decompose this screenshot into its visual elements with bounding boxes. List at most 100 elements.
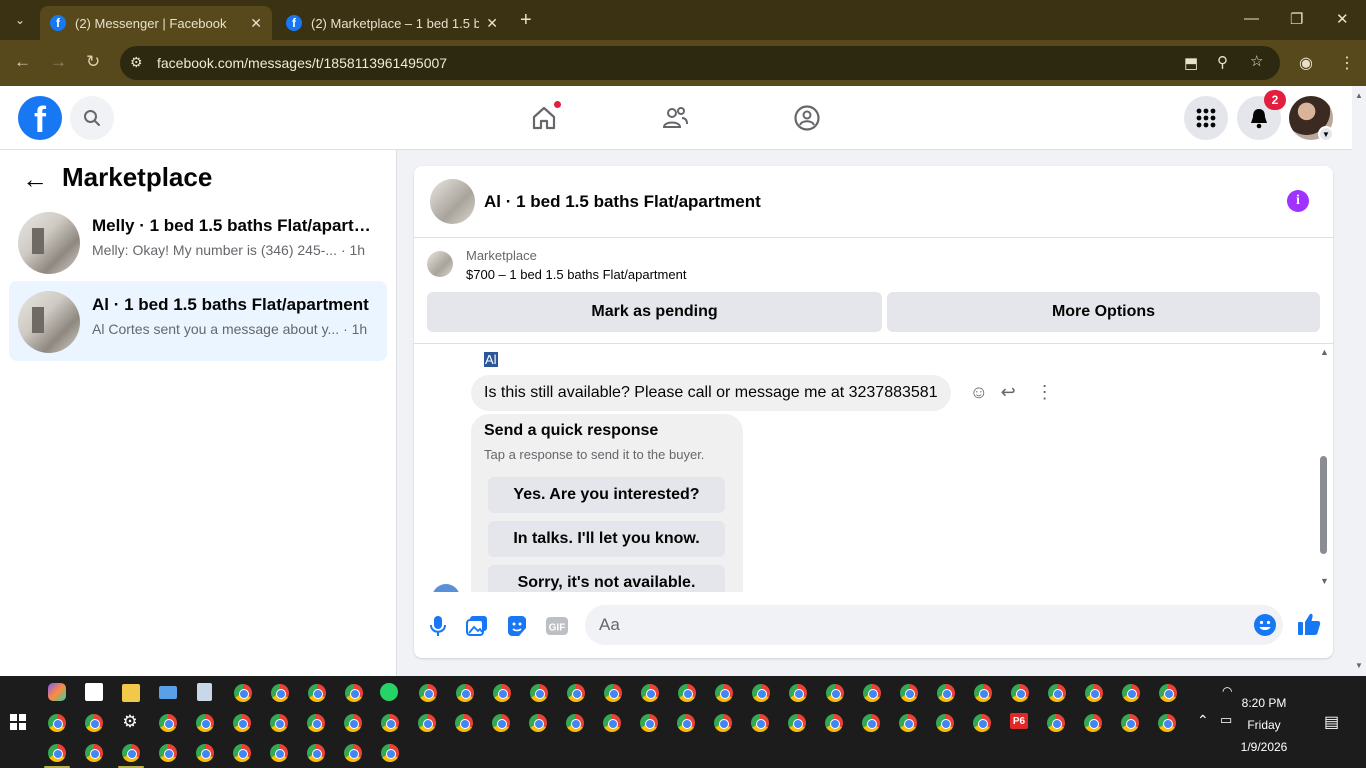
windows-start-icon[interactable] xyxy=(10,714,26,730)
chrome-taskbar-icon[interactable] xyxy=(308,684,326,702)
sticker-icon[interactable] xyxy=(505,614,529,638)
chrome-taskbar-icon[interactable] xyxy=(973,714,991,732)
chrome-taskbar-icon[interactable] xyxy=(271,684,289,702)
chrome-taskbar-icon[interactable] xyxy=(899,714,917,732)
chrome-taskbar-icon[interactable] xyxy=(1047,714,1065,732)
facebook-logo-icon[interactable]: f xyxy=(18,96,62,140)
back-icon[interactable]: ← xyxy=(14,52,31,72)
install-app-icon[interactable]: ⬒ xyxy=(1184,54,1198,72)
marketplace-listing-thumbnail[interactable] xyxy=(427,251,453,277)
chat-title[interactable]: Al · 1 bed 1.5 baths Flat/apartment xyxy=(484,192,761,212)
chrome-taskbar-icon[interactable] xyxy=(789,684,807,702)
notification-center-icon[interactable]: ▤ xyxy=(1324,712,1339,732)
chrome-taskbar-icon[interactable] xyxy=(974,684,992,702)
chrome-taskbar-icon[interactable] xyxy=(456,684,474,702)
bookmark-star-icon[interactable]: ☆ xyxy=(1250,52,1263,70)
close-tab-icon[interactable]: ✕ xyxy=(486,15,498,32)
chrome-taskbar-icon[interactable] xyxy=(937,684,955,702)
search-button[interactable] xyxy=(70,96,114,140)
chrome-taskbar-icon[interactable] xyxy=(752,684,770,702)
listing-title[interactable]: $700 – 1 bed 1.5 baths Flat/apartment xyxy=(466,267,686,282)
show-hidden-icons-chevron-icon[interactable]: ⌃ xyxy=(1197,712,1209,729)
reply-icon[interactable]: ↩ xyxy=(1001,382,1016,403)
chrome-taskbar-icon[interactable] xyxy=(1122,684,1140,702)
chrome-taskbar-icon[interactable] xyxy=(381,744,399,762)
chrome-taskbar-icon[interactable] xyxy=(715,684,733,702)
notepad-icon[interactable] xyxy=(197,683,212,701)
conversation-item-melly[interactable]: Melly · 1 bed 1.5 baths Flat/apartm... M… xyxy=(9,202,387,282)
address-bar[interactable]: ⚙ facebook.com/messages/t/18581139614950… xyxy=(120,46,1280,80)
tab-marketplace[interactable]: f (2) Marketplace – 1 bed 1.5 bat ✕ xyxy=(276,6,508,40)
chrome-taskbar-icon[interactable] xyxy=(344,744,362,762)
scroll-down-arrow-icon[interactable]: ▼ xyxy=(1320,576,1329,586)
scroll-up-arrow-icon[interactable]: ▲ xyxy=(1320,347,1329,357)
chrome-taskbar-icon[interactable] xyxy=(603,714,621,732)
chrome-taskbar-icon[interactable] xyxy=(418,714,436,732)
react-emoji-icon[interactable]: ☺ xyxy=(970,382,988,403)
chrome-taskbar-icon[interactable] xyxy=(1048,684,1066,702)
clock[interactable]: 8:20 PM Friday 1/9/2026 xyxy=(1238,692,1290,758)
chrome-taskbar-icon[interactable] xyxy=(233,714,251,732)
chevron-down-icon[interactable]: ▼ xyxy=(1318,126,1334,142)
chrome-taskbar-icon[interactable] xyxy=(863,684,881,702)
scroll-down-arrow-icon[interactable]: ▼ xyxy=(1355,661,1363,670)
p6-app-icon[interactable]: P6 xyxy=(1010,713,1028,729)
zoom-icon[interactable]: ⚲ xyxy=(1217,53,1228,71)
copilot-icon[interactable] xyxy=(48,683,66,701)
chrome-taskbar-icon[interactable] xyxy=(640,714,658,732)
conversation-item-al[interactable]: Al · 1 bed 1.5 baths Flat/apartment Al C… xyxy=(9,281,387,361)
chrome-taskbar-icon[interactable] xyxy=(307,714,325,732)
page-scrollbar[interactable]: ▲ ▼ xyxy=(1352,86,1366,676)
chrome-taskbar-icon[interactable] xyxy=(529,714,547,732)
chrome-taskbar-icon[interactable] xyxy=(270,714,288,732)
scroll-up-arrow-icon[interactable]: ▲ xyxy=(1355,91,1363,100)
chrome-taskbar-icon[interactable] xyxy=(714,714,732,732)
minimize-icon[interactable]: — xyxy=(1244,10,1259,27)
tab-search-icon[interactable]: ⌄ xyxy=(8,8,32,32)
chrome-taskbar-icon[interactable] xyxy=(419,684,437,702)
emoji-icon[interactable] xyxy=(1253,613,1277,637)
chrome-taskbar-icon[interactable] xyxy=(493,684,511,702)
chrome-taskbar-icon[interactable] xyxy=(1085,684,1103,702)
chrome-taskbar-icon[interactable] xyxy=(344,714,362,732)
more-actions-icon[interactable]: ⋮ xyxy=(1036,382,1054,403)
menu-button[interactable] xyxy=(1184,96,1228,140)
chrome-taskbar-icon[interactable] xyxy=(381,714,399,732)
new-tab-icon[interactable]: + xyxy=(520,10,532,30)
info-icon[interactable]: i xyxy=(1287,190,1309,212)
chrome-taskbar-icon[interactable] xyxy=(85,744,103,762)
chrome-taskbar-icon[interactable] xyxy=(270,744,288,762)
chrome-taskbar-icon[interactable] xyxy=(641,684,659,702)
chrome-taskbar-icon[interactable] xyxy=(492,714,510,732)
chrome-taskbar-icon[interactable] xyxy=(1121,714,1139,732)
restore-icon[interactable]: ❐ xyxy=(1290,10,1303,28)
quick-response-in-talks-button[interactable]: In talks. I'll let you know. xyxy=(488,521,725,557)
keyboard-icon[interactable] xyxy=(159,686,177,699)
settings-gear-icon[interactable]: ⚙ xyxy=(121,713,139,731)
chrome-taskbar-icon[interactable] xyxy=(530,684,548,702)
chrome-taskbar-icon[interactable] xyxy=(122,744,140,762)
chrome-taskbar-icon[interactable] xyxy=(1159,684,1177,702)
chrome-taskbar-icon[interactable] xyxy=(862,714,880,732)
chrome-taskbar-icon[interactable] xyxy=(678,684,696,702)
chrome-taskbar-icon[interactable] xyxy=(48,714,66,732)
chrome-taskbar-icon[interactable] xyxy=(604,684,622,702)
microphone-icon[interactable] xyxy=(426,614,450,638)
chrome-taskbar-icon[interactable] xyxy=(1084,714,1102,732)
chat-listing-thumbnail[interactable] xyxy=(430,179,475,224)
chrome-taskbar-icon[interactable] xyxy=(196,744,214,762)
chrome-taskbar-icon[interactable] xyxy=(788,714,806,732)
chrome-taskbar-icon[interactable] xyxy=(1011,684,1029,702)
back-arrow-icon[interactable]: ← xyxy=(22,164,48,195)
chrome-taskbar-icon[interactable] xyxy=(196,714,214,732)
chrome-menu-icon[interactable]: ⋮ xyxy=(1339,53,1355,73)
whatsapp-icon[interactable] xyxy=(380,683,398,701)
close-window-icon[interactable]: ✕ xyxy=(1336,10,1349,28)
chrome-taskbar-icon[interactable] xyxy=(345,684,363,702)
message-input[interactable] xyxy=(585,605,1283,645)
chrome-taskbar-icon[interactable] xyxy=(751,714,769,732)
chrome-taskbar-icon[interactable] xyxy=(826,684,844,702)
more-options-button[interactable]: More Options xyxy=(887,292,1320,332)
photo-icon[interactable] xyxy=(465,614,489,638)
chrome-taskbar-icon[interactable] xyxy=(566,714,584,732)
